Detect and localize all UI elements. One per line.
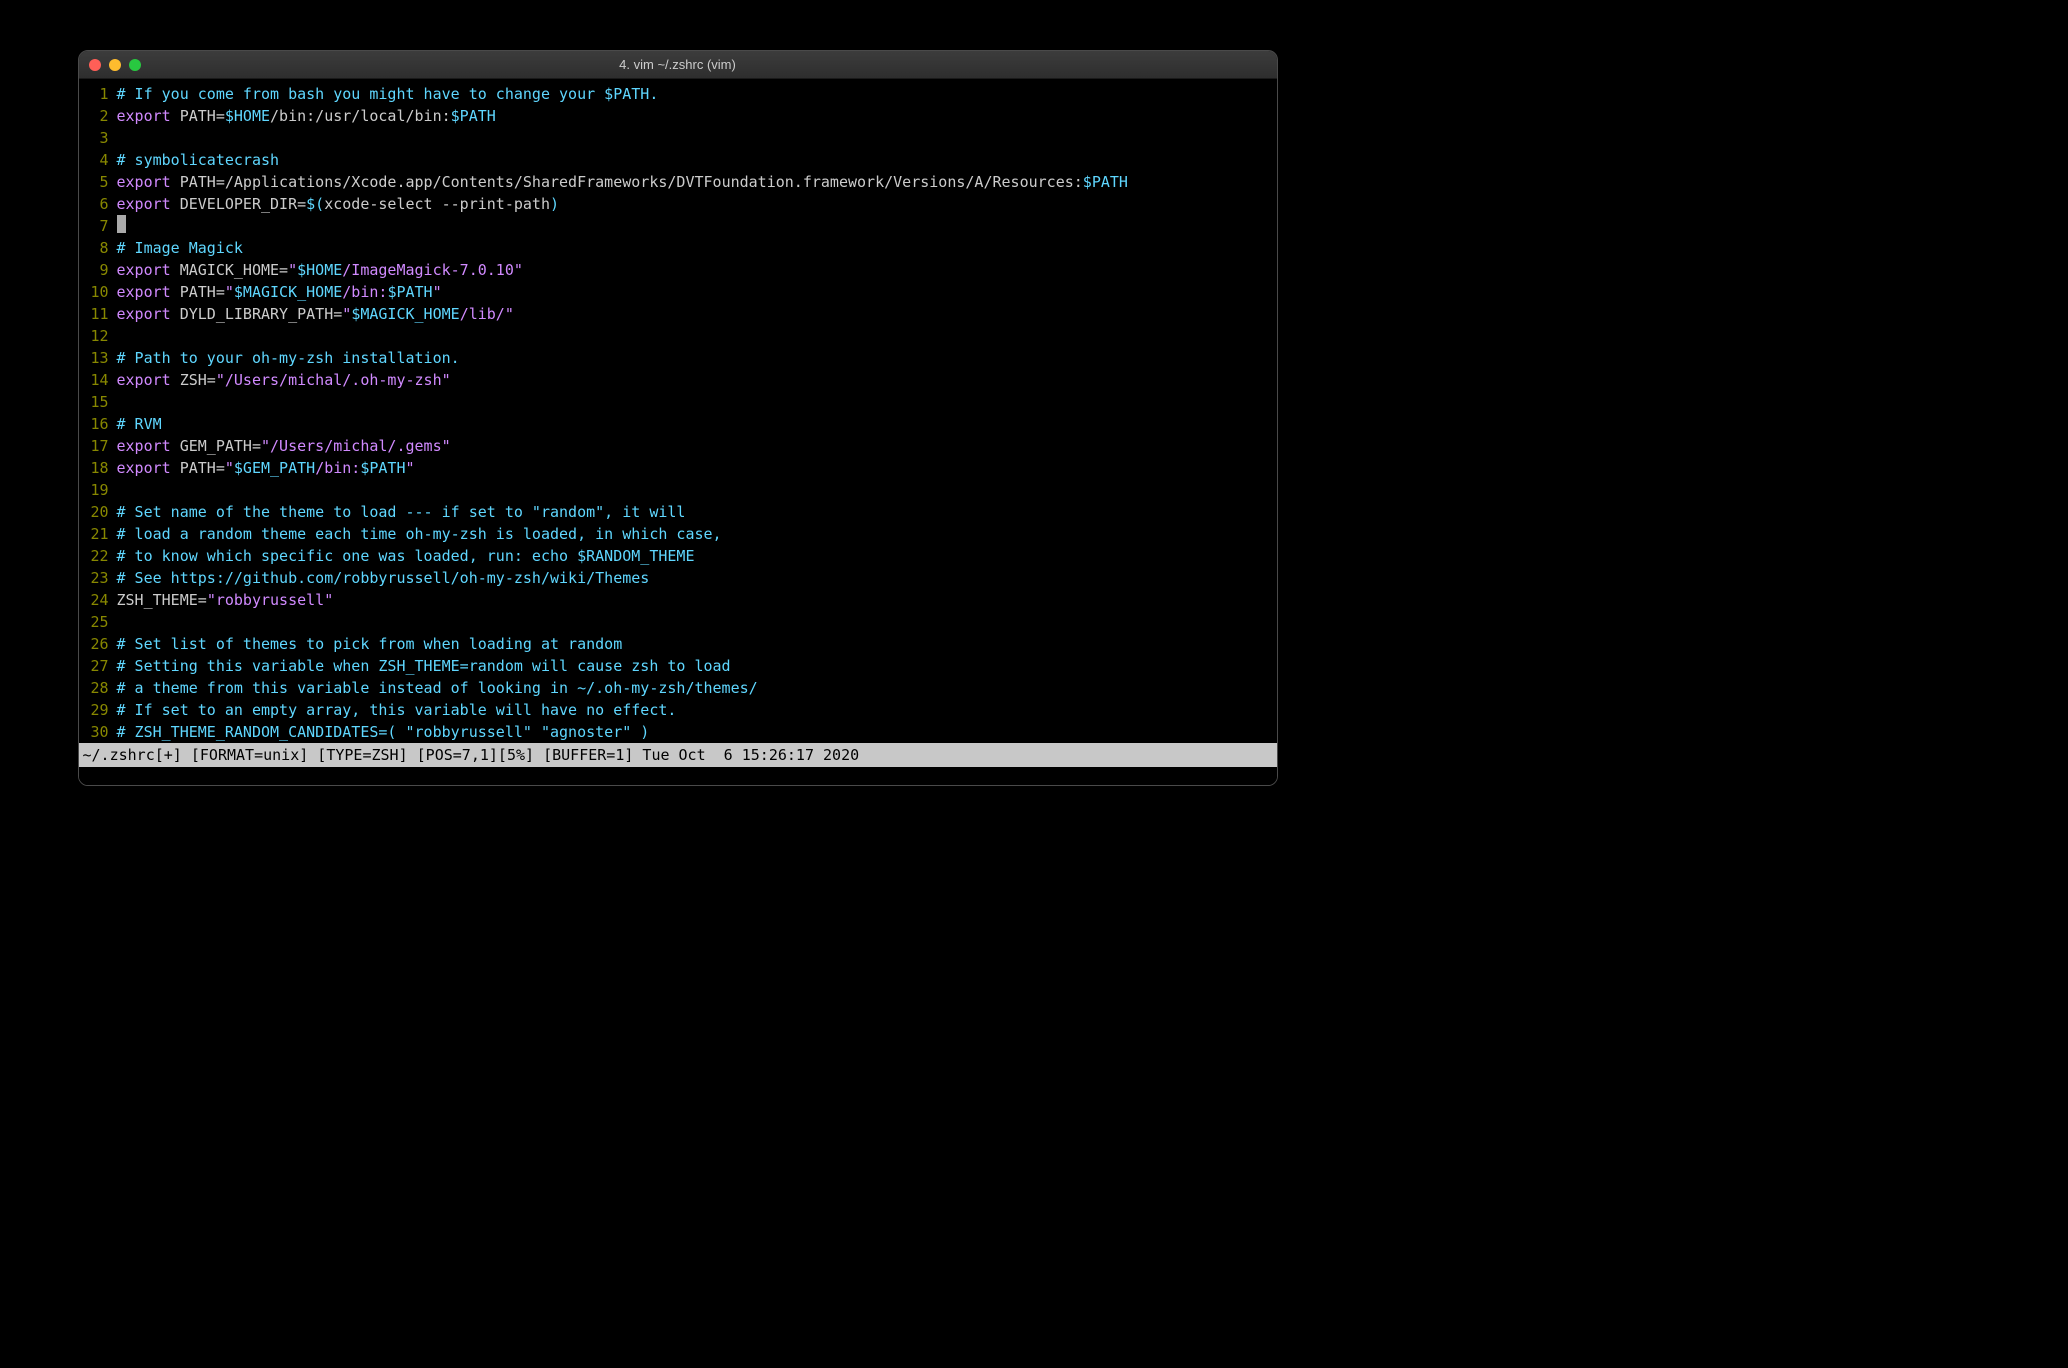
code-text: export PATH="$MAGICK_HOME/bin:$PATH" [117,281,442,303]
code-line: 16# RVM [79,413,1277,435]
line-number: 20 [79,501,117,523]
comment: # RVM [117,413,162,435]
line-number: 22 [79,545,117,567]
comment: # See https://github.com/robbyrussell/oh… [117,567,650,589]
line-number: 12 [79,325,117,347]
window-title: 4. vim ~/.zshrc (vim) [79,57,1277,72]
line-number: 28 [79,677,117,699]
code-line: 29# If set to an empty array, this varia… [79,699,1277,721]
code-line: 11export DYLD_LIBRARY_PATH="$MAGICK_HOME… [79,303,1277,325]
comment: # If set to an empty array, this variabl… [117,699,677,721]
comment: # Set name of the theme to load --- if s… [117,501,686,523]
line-number: 23 [79,567,117,589]
line-number: 3 [79,127,117,149]
code-line: 21# load a random theme each time oh-my-… [79,523,1277,545]
comment: # a theme from this variable instead of … [117,677,758,699]
comment: # load a random theme each time oh-my-zs… [117,523,722,545]
line-number: 18 [79,457,117,479]
line-number: 11 [79,303,117,325]
code-line: 19 [79,479,1277,501]
code-text: export PATH=/Applications/Xcode.app/Cont… [117,171,1128,193]
line-number: 26 [79,633,117,655]
line-number: 5 [79,171,117,193]
code-text: export MAGICK_HOME="$HOME/ImageMagick-7.… [117,259,523,281]
comment: # Set list of themes to pick from when l… [117,633,623,655]
command-line[interactable] [79,767,1277,785]
minimize-icon[interactable] [109,59,121,71]
line-number: 16 [79,413,117,435]
line-number: 6 [79,193,117,215]
comment: # to know which specific one was loaded,… [117,545,695,567]
line-number: 9 [79,259,117,281]
comment: # ZSH_THEME_RANDOM_CANDIDATES=( "robbyru… [117,721,650,743]
code-line: 20# Set name of the theme to load --- if… [79,501,1277,523]
code-line: 23# See https://github.com/robbyrussell/… [79,567,1277,589]
code-line: 5export PATH=/Applications/Xcode.app/Con… [79,171,1277,193]
comment: # symbolicatecrash [117,149,280,171]
code-line: 14export ZSH="/Users/michal/.oh-my-zsh" [79,369,1277,391]
code-line: 7 [79,215,1277,237]
line-number: 29 [79,699,117,721]
zoom-icon[interactable] [129,59,141,71]
close-icon[interactable] [89,59,101,71]
comment: # If you come from bash you might have t… [117,83,659,105]
titlebar[interactable]: 4. vim ~/.zshrc (vim) [79,51,1277,79]
cursor-icon [117,215,126,233]
code-line: 22# to know which specific one was loade… [79,545,1277,567]
code-line: 17export GEM_PATH="/Users/michal/.gems" [79,435,1277,457]
code-line: 27# Setting this variable when ZSH_THEME… [79,655,1277,677]
line-number: 7 [79,215,117,237]
code-line: 26# Set list of themes to pick from when… [79,633,1277,655]
code-text: export DEVELOPER_DIR=$(xcode-select --pr… [117,193,560,215]
traffic-lights [89,59,141,71]
code-line: 3 [79,127,1277,149]
code-line: 10export PATH="$MAGICK_HOME/bin:$PATH" [79,281,1277,303]
code-text: export GEM_PATH="/Users/michal/.gems" [117,435,451,457]
code-line: 12 [79,325,1277,347]
comment: # Setting this variable when ZSH_THEME=r… [117,655,731,677]
comment: # Image Magick [117,237,243,259]
vim-statusline: ~/.zshrc[+] [FORMAT=unix] [TYPE=ZSH] [PO… [79,743,1277,767]
line-number: 21 [79,523,117,545]
code-line: 8# Image Magick [79,237,1277,259]
code-text: ZSH_THEME="robbyrussell" [117,589,334,611]
line-number: 25 [79,611,117,633]
code-line: 1# If you come from bash you might have … [79,83,1277,105]
line-number: 4 [79,149,117,171]
line-number: 1 [79,83,117,105]
line-number: 30 [79,721,117,743]
code-line: 25 [79,611,1277,633]
line-number: 15 [79,391,117,413]
code-line: 6export DEVELOPER_DIR=$(xcode-select --p… [79,193,1277,215]
code-text: export PATH=$HOME/bin:/usr/local/bin:$PA… [117,105,496,127]
code-line: 18export PATH="$GEM_PATH/bin:$PATH" [79,457,1277,479]
line-number: 14 [79,369,117,391]
editor-area[interactable]: 1# If you come from bash you might have … [79,79,1277,785]
terminal-window: 4. vim ~/.zshrc (vim) 1# If you come fro… [78,50,1278,786]
comment: # Path to your oh-my-zsh installation. [117,347,460,369]
code-line: 15 [79,391,1277,413]
code-text: export ZSH="/Users/michal/.oh-my-zsh" [117,369,451,391]
line-number: 10 [79,281,117,303]
line-number: 17 [79,435,117,457]
line-number: 27 [79,655,117,677]
line-number: 8 [79,237,117,259]
code-line: 24ZSH_THEME="robbyrussell" [79,589,1277,611]
code-line: 28# a theme from this variable instead o… [79,677,1277,699]
code-line: 30# ZSH_THEME_RANDOM_CANDIDATES=( "robby… [79,721,1277,743]
code-text: export PATH="$GEM_PATH/bin:$PATH" [117,457,415,479]
code-line: 4# symbolicatecrash [79,149,1277,171]
code-line: 2export PATH=$HOME/bin:/usr/local/bin:$P… [79,105,1277,127]
line-number: 19 [79,479,117,501]
code-text: export DYLD_LIBRARY_PATH="$MAGICK_HOME/l… [117,303,514,325]
code-line: 13# Path to your oh-my-zsh installation. [79,347,1277,369]
line-number: 13 [79,347,117,369]
code-line: 9export MAGICK_HOME="$HOME/ImageMagick-7… [79,259,1277,281]
line-number: 2 [79,105,117,127]
line-number: 24 [79,589,117,611]
